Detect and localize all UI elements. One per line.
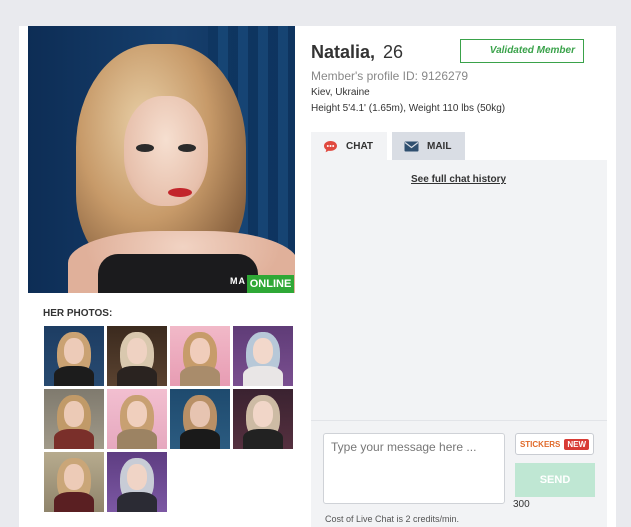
tab-chat-label: CHAT [346, 140, 374, 152]
photo-thumbnail[interactable] [233, 389, 293, 449]
chat-messages-panel [311, 160, 607, 420]
validated-member-badge: Validated Member [460, 39, 584, 63]
member-location: Kiev, Ukraine [311, 87, 370, 98]
name-row: Natalia, 26 [311, 42, 403, 63]
member-stats: Height 5'4.1' (1.65m), Weight 110 lbs (5… [311, 103, 506, 114]
tab-mail-label: MAIL [427, 140, 452, 152]
photo-thumbnail[interactable] [44, 389, 104, 449]
profile-id: Member's profile ID: 9126279 [311, 69, 469, 83]
photo-thumbnail[interactable] [44, 326, 104, 386]
photo-black-top [98, 254, 258, 293]
full-chat-history-link[interactable]: See full chat history [411, 174, 506, 185]
character-counter: 300 [513, 499, 530, 510]
photo-lips [168, 188, 192, 197]
photo-thumbnail[interactable] [233, 326, 293, 386]
chat-cost-note: Cost of Live Chat is 2 credits/min. [325, 514, 460, 524]
message-input[interactable] [323, 433, 505, 504]
main-profile-photo[interactable]: MA [28, 26, 295, 293]
photo-thumbnail[interactable] [107, 326, 167, 386]
her-photos-label: HER PHOTOS: [43, 308, 113, 319]
new-badge: NEW [564, 438, 590, 450]
online-status-badge: ONLINE [247, 275, 294, 293]
tab-mail[interactable]: MAIL [392, 132, 465, 160]
stickers-button[interactable]: STICKERS NEW [515, 433, 594, 455]
photo-eye-right [178, 144, 196, 152]
send-button[interactable]: SEND [515, 463, 595, 497]
photo-eye-left [136, 144, 154, 152]
photo-thumbnail[interactable] [170, 326, 230, 386]
photo-thumbnail[interactable] [107, 452, 167, 512]
photo-watermark: MA [230, 276, 246, 286]
member-name: Natalia, [311, 42, 376, 62]
photo-thumbnail[interactable] [170, 389, 230, 449]
chat-bubble-icon [324, 140, 337, 152]
photo-face [124, 96, 208, 206]
photo-thumbnail[interactable] [107, 389, 167, 449]
stickers-label: STICKERS [519, 439, 561, 449]
envelope-icon [404, 141, 419, 151]
member-age: 26 [383, 42, 404, 62]
tab-chat[interactable]: CHAT [311, 132, 387, 160]
photo-thumbnail[interactable] [44, 452, 104, 512]
photo-thumbnail-grid [44, 326, 294, 512]
